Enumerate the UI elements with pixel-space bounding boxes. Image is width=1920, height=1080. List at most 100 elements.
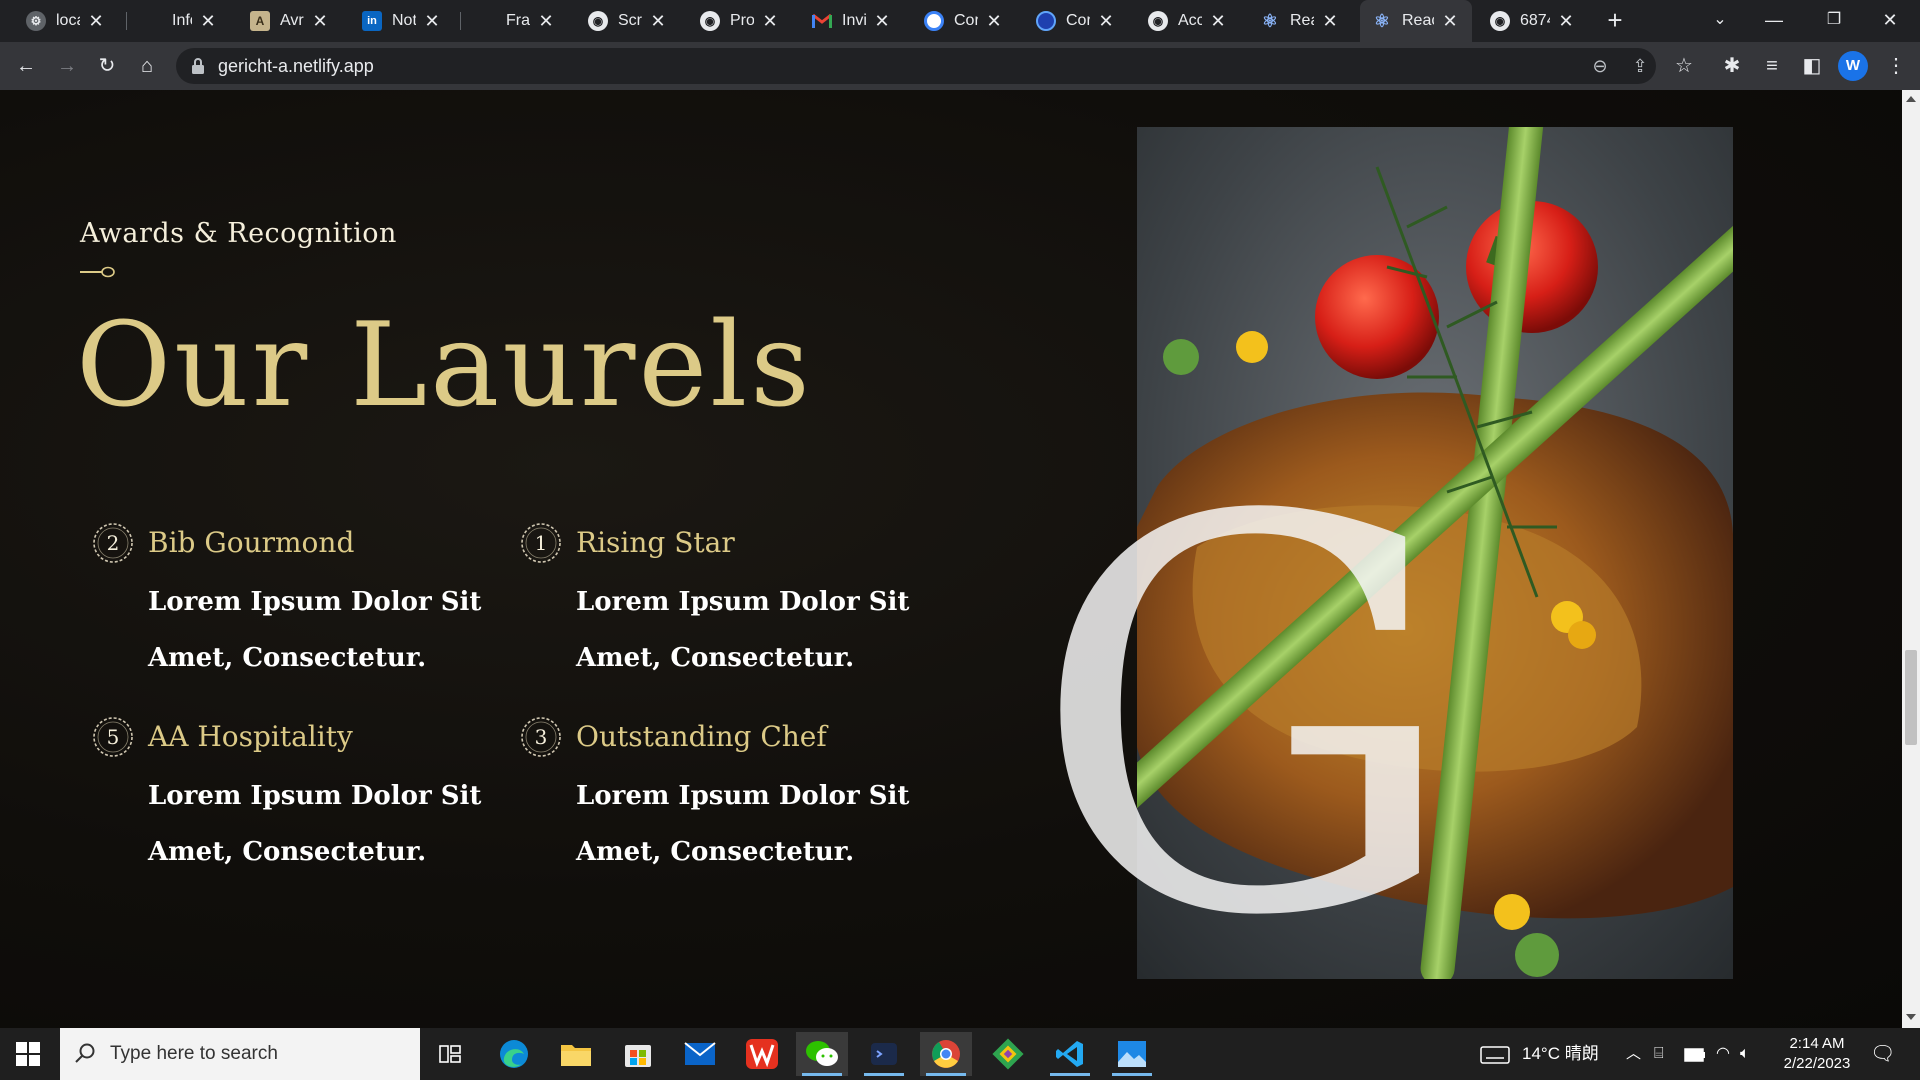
close-tab-icon[interactable]: ✕	[422, 11, 442, 32]
extensions-icon[interactable]: ✱	[1716, 50, 1748, 82]
windows-start-icon[interactable]	[16, 1042, 40, 1066]
close-tab-icon[interactable]: ✕	[1320, 11, 1340, 32]
back-button[interactable]: ←	[10, 50, 42, 82]
award-description: Lorem Ipsum Dolor Sit Amet, Consectetur.	[148, 781, 482, 867]
terminal-app-icon[interactable]	[858, 1032, 910, 1076]
close-tab-icon[interactable]: ✕	[984, 11, 1004, 32]
browser-tab[interactable]: in Noti ✕	[350, 0, 454, 42]
close-tab-icon[interactable]: ✕	[1440, 11, 1460, 32]
side-panel-icon[interactable]: ◧	[1796, 50, 1828, 82]
close-tab-icon[interactable]: ✕	[1096, 11, 1116, 32]
wifi-icon[interactable]: ◠	[1716, 1028, 1730, 1080]
award-title: Bib Gourmond	[148, 526, 355, 559]
git-app-icon[interactable]	[982, 1032, 1034, 1076]
home-button[interactable]: ⌂	[131, 50, 163, 82]
laurel-badge: 2	[92, 522, 134, 564]
browser-tab[interactable]: ◉ Accu ✕	[1136, 0, 1240, 42]
browser-tab[interactable]: Corr ✕	[912, 0, 1016, 42]
zoom-icon[interactable]: ⊖	[1588, 54, 1612, 78]
share-icon[interactable]: ⇪	[1628, 54, 1652, 78]
battery-icon[interactable]	[1684, 1028, 1706, 1080]
address-bar[interactable]: gericht-a.netlify.app ⊖ ⇪	[176, 48, 1656, 84]
system-clock[interactable]: 2:14 AM 2/22/2023	[1762, 1034, 1872, 1074]
browser-tab[interactable]: Fram ✕	[464, 0, 568, 42]
browser-tab[interactable]: ◉ 6874 ✕	[1478, 0, 1588, 42]
reload-button[interactable]: ↻	[91, 50, 123, 82]
wechat-icon[interactable]	[796, 1032, 848, 1076]
profile-avatar[interactable]: W	[1838, 51, 1868, 81]
close-tab-icon[interactable]: ✕	[310, 11, 330, 32]
close-tab-icon[interactable]: ✕	[86, 11, 106, 32]
minimize-button[interactable]: —	[1746, 0, 1802, 42]
gmail-icon	[812, 11, 832, 31]
laurel-badge: 3	[520, 716, 562, 758]
globe-icon: ◉	[1490, 11, 1510, 31]
weather-text[interactable]: 14°C 晴朗	[1522, 1028, 1599, 1080]
vscode-icon[interactable]	[1044, 1032, 1096, 1076]
browser-tab[interactable]: Corr ✕	[1024, 0, 1128, 42]
new-tab-button[interactable]: +	[1598, 4, 1632, 38]
close-window-button[interactable]: ✕	[1862, 0, 1918, 42]
a-icon: A	[250, 11, 270, 31]
windows-taskbar: Type here to search 14°C 晴朗 ︿ ⌸ ◠ 🔈︎ 2:1…	[0, 1028, 1920, 1080]
keyboard-icon[interactable]	[1480, 1028, 1510, 1080]
forward-button[interactable]: →	[51, 50, 83, 82]
laurel-badge: 1	[520, 522, 562, 564]
browser-tab[interactable]: ◉ Proje ✕	[688, 0, 792, 42]
globe-icon: ◉	[1148, 11, 1168, 31]
tab-search-button[interactable]: ⌄	[1692, 0, 1748, 42]
scroll-down-icon[interactable]	[1906, 1014, 1916, 1020]
edge-browser-icon[interactable]	[488, 1032, 540, 1076]
search-icon	[75, 1043, 95, 1063]
browser-tab-active[interactable]: ⚛ Reac ✕	[1360, 0, 1472, 42]
award-item: 1 Rising Star Lorem Ipsum Dolor Sit Amet…	[520, 522, 920, 692]
scroll-up-icon[interactable]	[1906, 96, 1916, 102]
close-tab-icon[interactable]: ✕	[198, 11, 218, 32]
award-item: 2 Bib Gourmond Lorem Ipsum Dolor Sit Ame…	[92, 522, 492, 692]
store-icon[interactable]	[612, 1032, 664, 1076]
taskbar-search-input[interactable]: Type here to search	[60, 1028, 420, 1080]
close-tab-icon[interactable]: ✕	[1208, 11, 1228, 32]
notification-center-icon[interactable]: 🗨︎	[1870, 1028, 1895, 1080]
browser-toolbar: ← → ↻ ⌂ gericht-a.netlify.app ⊖ ⇪ ☆ ✱ ≡ …	[0, 42, 1920, 90]
circle-icon	[1036, 11, 1056, 31]
close-tab-icon[interactable]: ✕	[872, 11, 892, 32]
browser-tab[interactable]: ⚛ Reac ✕	[1248, 0, 1352, 42]
browser-tab[interactable]: Invit ✕	[800, 0, 904, 42]
bookmark-star-icon[interactable]: ☆	[1668, 50, 1700, 82]
meet-now-icon[interactable]: ⌸	[1654, 1028, 1664, 1080]
award-title: Rising Star	[576, 526, 735, 559]
restore-button[interactable]: ❐	[1806, 0, 1862, 42]
close-tab-icon[interactable]: ✕	[760, 11, 780, 32]
browser-tab[interactable]: ⚙ local ✕	[14, 0, 118, 42]
browser-tab[interactable]: A Avro ✕	[238, 0, 342, 42]
award-description: Lorem Ipsum Dolor Sit Amet, Consectetur.	[576, 781, 910, 867]
close-tab-icon[interactable]: ✕	[1556, 11, 1576, 32]
wps-office-icon[interactable]	[736, 1032, 788, 1076]
reading-list-icon[interactable]: ≡	[1756, 50, 1788, 82]
close-tab-icon[interactable]: ✕	[536, 11, 556, 32]
award-item: 3 Outstanding Chef Lorem Ipsum Dolor Sit…	[520, 716, 920, 886]
scrollbar-thumb[interactable]	[1905, 650, 1917, 745]
award-description: Lorem Ipsum Dolor Sit Amet, Consectetur.	[576, 587, 910, 673]
close-tab-icon[interactable]: ✕	[648, 11, 668, 32]
file-explorer-icon[interactable]	[550, 1032, 602, 1076]
award-description: Lorem Ipsum Dolor Sit Amet, Consectetur.	[148, 587, 482, 673]
laurel-badge: 5	[92, 716, 134, 758]
volume-icon[interactable]: 🔈︎	[1740, 1028, 1750, 1080]
menu-icon[interactable]: ⋮	[1880, 50, 1912, 82]
blank-favicon-icon	[476, 11, 496, 31]
chevron-up-icon[interactable]: ︿	[1626, 1028, 1641, 1080]
browser-tab[interactable]: Infor ✕	[130, 0, 230, 42]
page-scrollbar[interactable]	[1902, 90, 1920, 1028]
photos-app-icon[interactable]	[1106, 1032, 1158, 1076]
circle-icon	[924, 11, 944, 31]
task-view-icon[interactable]	[424, 1032, 476, 1076]
chrome-icon[interactable]	[920, 1032, 972, 1076]
mail-icon[interactable]	[674, 1032, 726, 1076]
url-text[interactable]: gericht-a.netlify.app	[218, 48, 374, 84]
globe-icon: ◉	[700, 11, 720, 31]
react-icon: ⚛	[1261, 10, 1279, 31]
react-icon: ⚛	[1373, 10, 1391, 31]
browser-tab[interactable]: ◉ Scrol ✕	[576, 0, 680, 42]
